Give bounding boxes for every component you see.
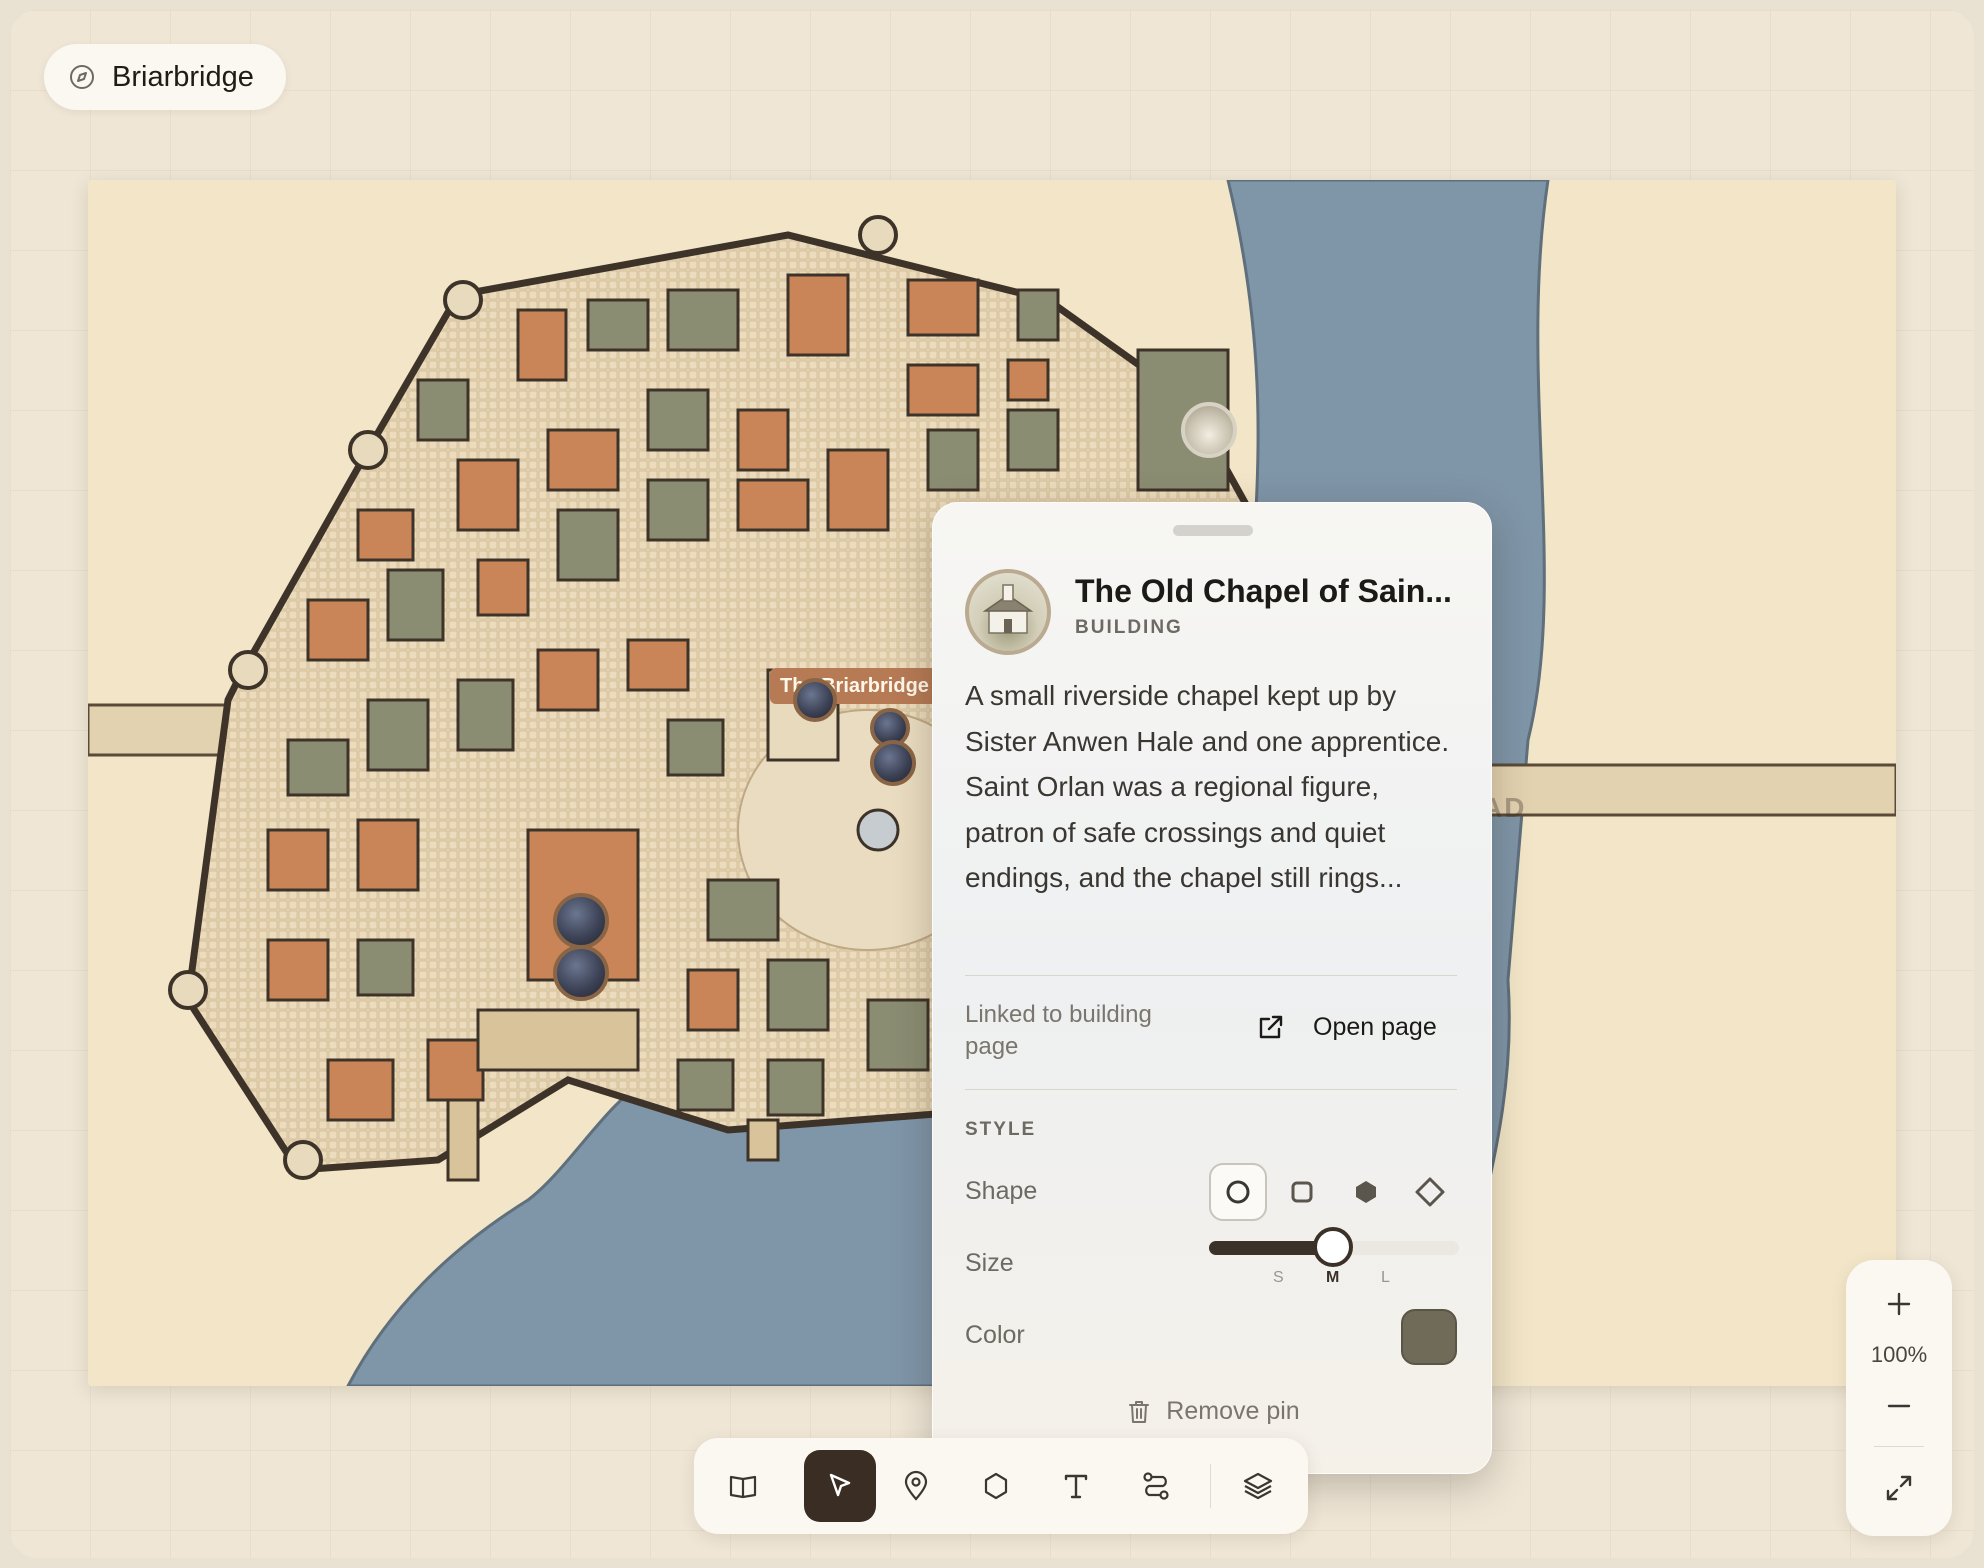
- compass-icon: [70, 65, 94, 89]
- zoom-divider: [1874, 1446, 1924, 1447]
- shape-label: Shape: [965, 1177, 1038, 1205]
- tool-book[interactable]: [708, 1450, 780, 1522]
- zoom-level: 100%: [1870, 1342, 1928, 1367]
- shape-diamond-button[interactable]: [1401, 1163, 1459, 1221]
- size-slider[interactable]: [1209, 1227, 1459, 1267]
- fit-screen-button[interactable]: [1869, 1458, 1929, 1518]
- map-title-chip[interactable]: Briarbridge: [44, 44, 286, 110]
- hexagon-icon: [1356, 1181, 1376, 1203]
- map-pin-icon: [904, 1470, 928, 1501]
- tool-select[interactable]: [804, 1450, 876, 1522]
- layers-icon: [1243, 1472, 1273, 1500]
- book-icon: [729, 1475, 757, 1499]
- circle-icon: [1226, 1180, 1250, 1204]
- color-swatch-button[interactable]: [1401, 1309, 1457, 1365]
- route-icon: [1143, 1472, 1169, 1500]
- square-icon: [1291, 1181, 1313, 1203]
- tool-pin[interactable]: [880, 1450, 952, 1522]
- size-tick-l[interactable]: L: [1381, 1269, 1390, 1287]
- divider: [965, 1089, 1457, 1090]
- chapel-pin[interactable]: [1181, 402, 1237, 458]
- shape-hexagon-button[interactable]: [1337, 1163, 1395, 1221]
- character-pin[interactable]: [553, 945, 609, 1001]
- open-page-button[interactable]: Open page: [1255, 1011, 1437, 1043]
- map-title: Briarbridge: [112, 60, 254, 93]
- divider: [965, 975, 1457, 976]
- pin-description[interactable]: A small riverside chapel kept up by Sist…: [965, 673, 1465, 901]
- hexagon-region-icon: [984, 1472, 1008, 1500]
- zoom-in-button[interactable]: [1869, 1274, 1929, 1334]
- shape-square-button[interactable]: [1273, 1163, 1331, 1221]
- app-window: Briarbridge The Briarbridge AD The Old C…: [10, 10, 1974, 1558]
- size-tick-m[interactable]: M: [1326, 1269, 1339, 1287]
- style-section-label: STYLE: [965, 1119, 1037, 1140]
- drag-handle[interactable]: [1173, 525, 1253, 536]
- size-tick-s[interactable]: S: [1273, 1269, 1284, 1287]
- trash-icon: [1129, 1400, 1150, 1423]
- bottom-toolbar: [694, 1438, 1308, 1534]
- chapel-image: [982, 584, 1034, 634]
- text-icon: [1064, 1474, 1088, 1499]
- building-thumbnail: [965, 569, 1051, 655]
- diamond-icon: [1415, 1177, 1445, 1207]
- open-page-label: Open page: [1313, 1012, 1437, 1041]
- remove-pin-button[interactable]: Remove pin: [933, 1397, 1493, 1426]
- zoom-out-button[interactable]: [1869, 1376, 1929, 1436]
- pin-details-panel: The Old Chapel of Sain... BUILDING A sma…: [932, 502, 1492, 1474]
- pin-type-label: BUILDING: [1075, 617, 1183, 638]
- remove-pin-label: Remove pin: [1166, 1397, 1300, 1425]
- size-label: Size: [965, 1249, 1014, 1277]
- color-label: Color: [965, 1321, 1025, 1349]
- minus-icon: [1887, 1404, 1911, 1408]
- pin-title[interactable]: The Old Chapel of Sain...: [1075, 573, 1475, 610]
- character-pin[interactable]: [870, 740, 916, 786]
- character-pin[interactable]: [793, 678, 837, 722]
- external-link-icon: [1259, 1015, 1283, 1039]
- tool-route[interactable]: [1120, 1450, 1192, 1522]
- shape-circle-button[interactable]: [1209, 1163, 1267, 1221]
- linked-page-text: Linked to building page: [965, 1001, 1152, 1060]
- character-pin[interactable]: [553, 893, 609, 949]
- tool-text[interactable]: [1040, 1450, 1112, 1522]
- tool-layers[interactable]: [1222, 1450, 1294, 1522]
- tool-region[interactable]: [960, 1450, 1032, 1522]
- size-slider-knob[interactable]: [1313, 1227, 1353, 1267]
- plus-icon: [1887, 1292, 1911, 1316]
- select-cursor-icon: [829, 1473, 851, 1497]
- expand-icon: [1886, 1475, 1912, 1501]
- toolbar-divider: [1210, 1464, 1211, 1508]
- zoom-controls: 100%: [1846, 1260, 1952, 1536]
